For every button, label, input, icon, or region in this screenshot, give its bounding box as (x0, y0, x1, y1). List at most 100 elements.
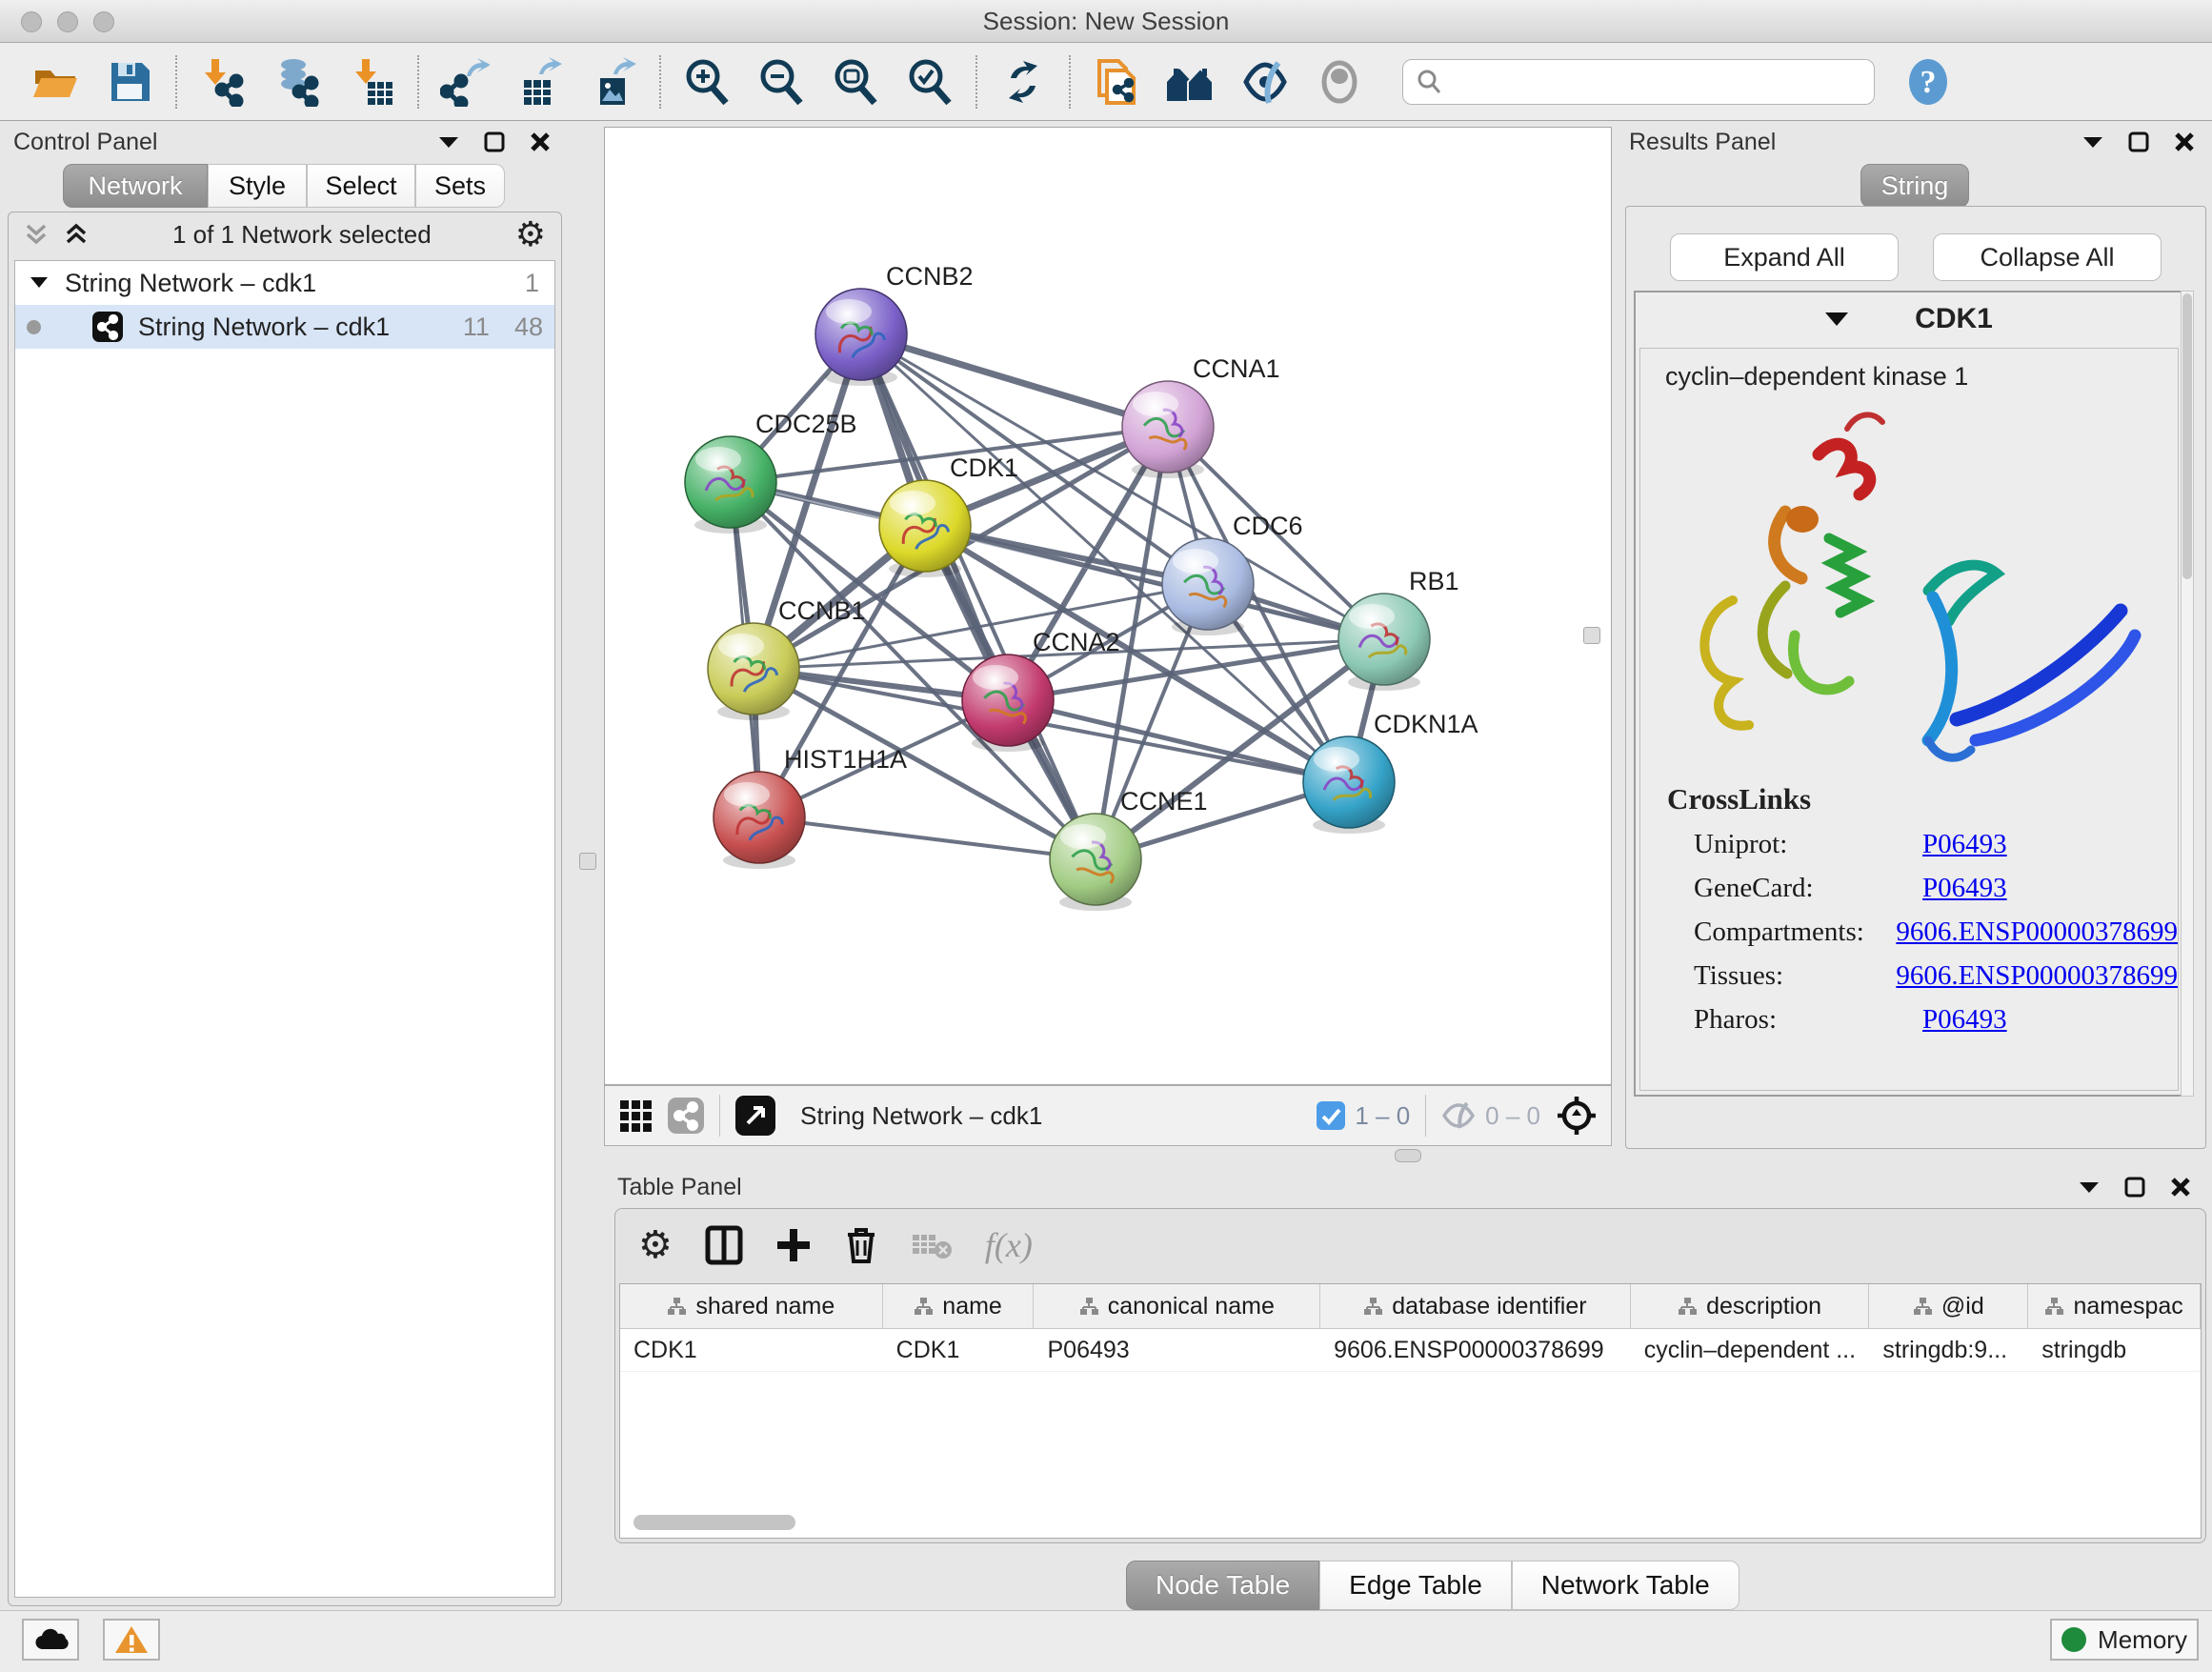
column-header-shared-name[interactable]: shared name (620, 1284, 883, 1328)
uniprot-link[interactable]: P06493 (1922, 829, 2007, 860)
clone-network-icon[interactable] (1090, 55, 1143, 109)
import-network-file-icon[interactable] (196, 55, 250, 109)
import-network-database-icon[interactable] (271, 55, 324, 109)
float-panel-icon[interactable] (484, 131, 505, 152)
close-window-icon[interactable] (21, 11, 42, 32)
tissues-link[interactable]: 9606.ENSP00000378699 (1896, 960, 2178, 992)
gene-expanded-icon[interactable] (1825, 312, 1848, 327)
network-node-CDK1[interactable]: CDK1 (879, 453, 1018, 577)
open-file-icon[interactable] (29, 55, 82, 109)
memory-indicator[interactable]: Memory (2050, 1619, 2199, 1661)
export-table-icon[interactable] (513, 55, 566, 109)
node-label-CCNB2: CCNB2 (886, 262, 974, 291)
horizontal-splitter-handle[interactable] (1395, 1149, 1421, 1162)
tab-node-table[interactable]: Node Table (1126, 1561, 1319, 1610)
zoom-window-icon[interactable] (93, 11, 114, 32)
network-node-CDC6[interactable]: CDC6 (1162, 512, 1303, 635)
network-options-gear-icon[interactable]: ⚙ (515, 217, 546, 252)
tab-string[interactable]: String (1860, 164, 1969, 208)
tab-select[interactable]: Select (307, 164, 415, 208)
pharos-link[interactable]: P06493 (1922, 1004, 2007, 1036)
panel-menu-icon[interactable] (2082, 135, 2103, 149)
import-table-file-icon[interactable] (345, 55, 398, 109)
network-node-RB1[interactable]: RB1 (1338, 567, 1459, 691)
cloud-button[interactable] (22, 1619, 79, 1661)
zoom-out-icon[interactable] (754, 55, 808, 109)
birds-eye-grid-icon[interactable] (618, 1098, 653, 1133)
show-columns-icon[interactable] (705, 1225, 743, 1265)
network-edge-CCNB2-CCNE1[interactable] (861, 334, 1096, 859)
tab-network-table[interactable]: Network Table (1512, 1561, 1739, 1610)
network-edge-HIST1H1A-CCNE1[interactable] (759, 817, 1096, 859)
open-in-window-icon[interactable] (735, 1096, 775, 1136)
network-edge-CDK1-RB1[interactable] (925, 526, 1384, 639)
close-panel-icon[interactable] (2170, 1177, 2191, 1198)
help-icon[interactable]: ? (1901, 55, 1955, 109)
zoom-fit-icon[interactable] (829, 55, 882, 109)
network-node-CCNB2[interactable]: CCNB2 (815, 262, 974, 386)
show-hide-graphics-icon[interactable] (1238, 55, 1292, 109)
selected-checkbox-icon[interactable] (1317, 1101, 1345, 1130)
table-horizontal-scrollbar[interactable] (633, 1515, 795, 1530)
expand-all-button[interactable]: Expand All (1670, 233, 1899, 281)
preview-eye-icon[interactable] (1313, 55, 1366, 109)
node-table[interactable]: shared name name canonical name database… (619, 1283, 2202, 1539)
left-splitter-handle[interactable] (579, 853, 596, 870)
panel-menu-icon[interactable] (2079, 1180, 2100, 1194)
network-edge-CCNB2-CCNA1[interactable] (861, 334, 1168, 427)
status-bar: Memory (0, 1610, 2212, 1672)
column-header-description[interactable]: description (1631, 1284, 1870, 1328)
delete-column-icon[interactable] (844, 1225, 878, 1265)
collapse-all-networks-icon[interactable] (24, 222, 49, 247)
column-header-namespace[interactable]: namespac (2028, 1284, 2201, 1328)
network-node-CCNB1[interactable]: CCNB1 (708, 596, 866, 720)
tab-sets[interactable]: Sets (415, 164, 505, 208)
warnings-button[interactable] (103, 1619, 160, 1661)
minimize-window-icon[interactable] (57, 11, 78, 32)
crosshair-navigator-icon[interactable] (1556, 1095, 1598, 1137)
tab-edge-table[interactable]: Edge Table (1319, 1561, 1512, 1610)
compartments-link[interactable]: 9606.ENSP00000378699 (1896, 917, 2178, 948)
network-label: String Network – cdk1 (138, 312, 390, 342)
network-row-selected[interactable]: String Network – cdk1 11 48 (15, 305, 554, 349)
right-splitter-handle[interactable] (1583, 627, 1600, 644)
results-scrollbar[interactable] (2181, 291, 2194, 1097)
column-header-database-identifier[interactable]: database identifier (1320, 1284, 1631, 1328)
collection-expanded-icon[interactable] (30, 277, 48, 289)
float-panel-icon[interactable] (2128, 131, 2149, 152)
tab-network[interactable]: Network (63, 164, 208, 208)
column-header-canonical-name[interactable]: canonical name (1034, 1284, 1320, 1328)
genecard-link[interactable]: P06493 (1922, 873, 2007, 904)
network-node-CDKN1A[interactable]: CDKN1A (1303, 710, 1478, 834)
table-settings-gear-icon[interactable]: ⚙ (638, 1226, 673, 1264)
export-image-icon[interactable] (587, 55, 640, 109)
column-header-name[interactable]: name (883, 1284, 1035, 1328)
network-canvas[interactable]: CCNB2CCNA1CDC25BCDK1CDC6RB1CCNB1CCNA2CDK… (604, 127, 1612, 1085)
close-panel-icon[interactable] (530, 131, 551, 152)
add-column-icon[interactable] (775, 1227, 812, 1263)
control-panel-title: Control Panel (13, 129, 157, 156)
first-neighbors-icon[interactable] (1164, 55, 1217, 109)
save-session-icon[interactable] (103, 55, 156, 109)
zoom-selected-icon[interactable] (903, 55, 956, 109)
close-panel-icon[interactable] (2174, 131, 2195, 152)
node-label-CCNA1: CCNA1 (1193, 354, 1280, 383)
panel-menu-icon[interactable] (438, 135, 459, 149)
collapse-all-button[interactable]: Collapse All (1933, 233, 2162, 281)
column-header-id[interactable]: @id (1869, 1284, 2028, 1328)
tab-style[interactable]: Style (208, 164, 307, 208)
network-graph[interactable]: CCNB2CCNA1CDC25BCDK1CDC6RB1CCNB1CCNA2CDK… (605, 128, 1611, 1084)
update-view-icon[interactable] (996, 55, 1050, 109)
expand-all-networks-icon[interactable] (64, 222, 89, 247)
search-input[interactable] (1402, 59, 1875, 105)
main-toolbar: ? (0, 43, 2212, 121)
zoom-in-icon[interactable] (680, 55, 734, 109)
node-label-CCNB1: CCNB1 (778, 596, 866, 625)
network-badge-gray-icon[interactable] (668, 1098, 704, 1134)
export-network-icon[interactable] (438, 55, 492, 109)
float-panel-icon[interactable] (2124, 1177, 2145, 1198)
table-row[interactable]: CDK1 CDK1 P06493 9606.ENSP00000378699 cy… (620, 1329, 2201, 1372)
crosslink-row: Pharos: P06493 (1640, 992, 2178, 1036)
network-collection-row[interactable]: String Network – cdk1 1 (15, 261, 554, 305)
network-node-HIST1H1A[interactable]: HIST1H1A (714, 745, 907, 869)
